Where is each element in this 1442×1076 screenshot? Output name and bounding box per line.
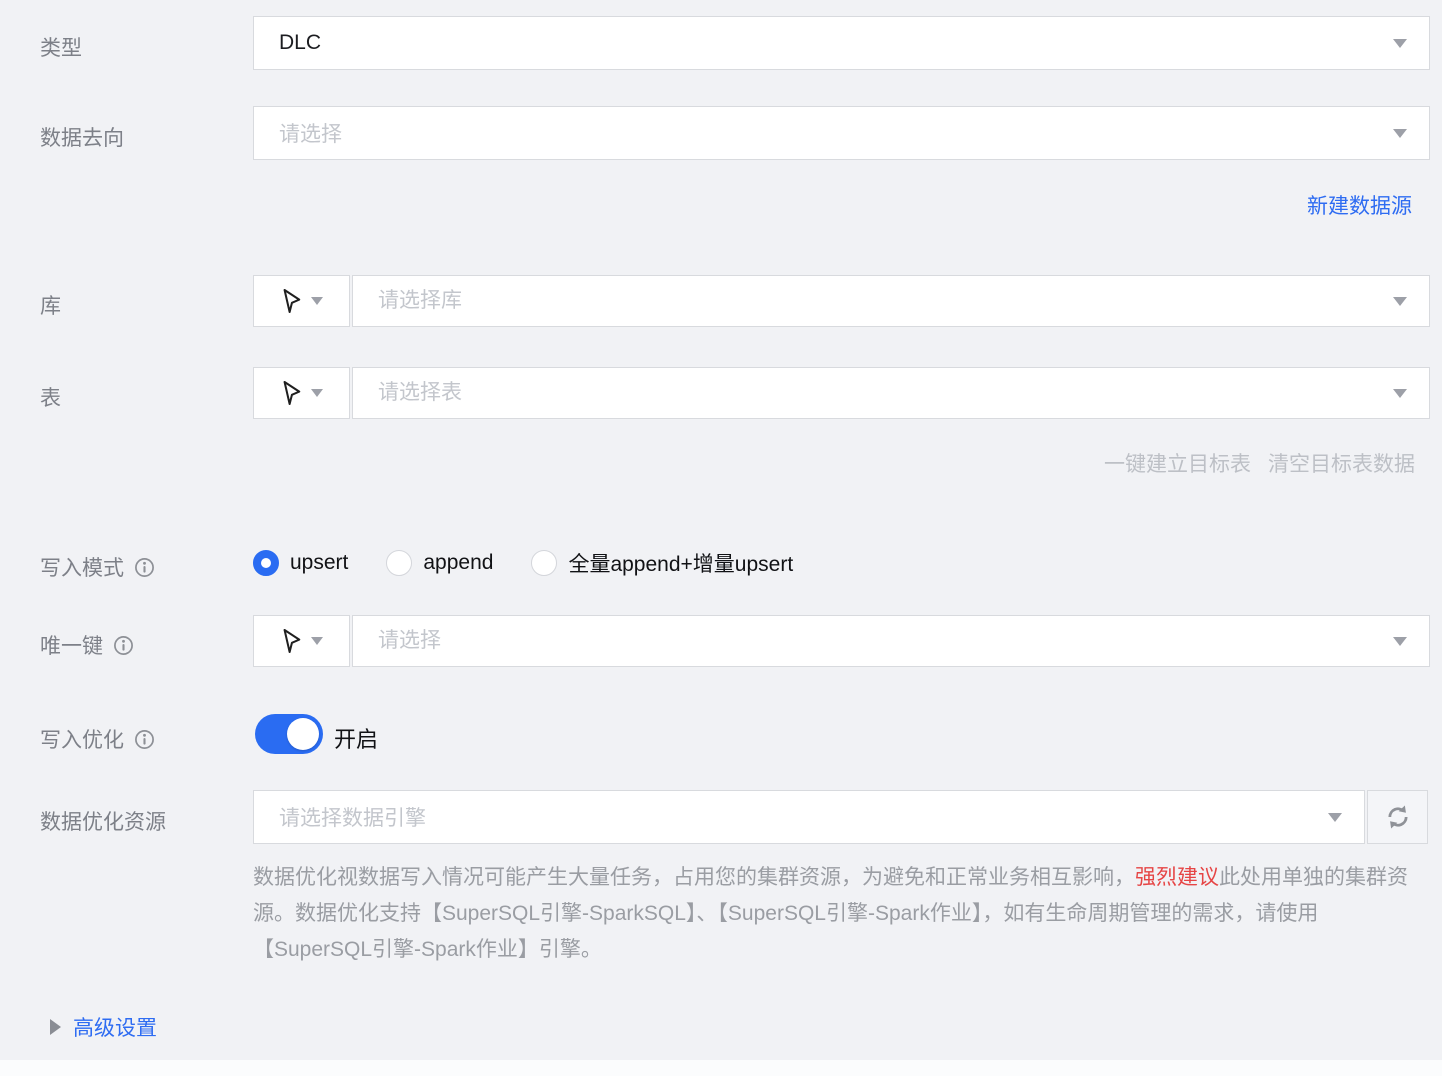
- unique-key-combo[interactable]: [352, 615, 1430, 667]
- chevron-down-icon: [1393, 388, 1407, 398]
- radio-option-label: 全量append+增量upsert: [568, 553, 794, 576]
- toggle-knob: [287, 718, 319, 750]
- help-text-before: 数据优化视数据写入情况可能产生大量任务，占用您的集群资源，为避免和正常业务相互影…: [253, 866, 1135, 889]
- destination-select-placeholder: 请选择: [279, 123, 342, 146]
- type-select-value: DLC: [279, 31, 322, 54]
- optimization-resource-label: 数据优化资源: [40, 806, 166, 836]
- write-optimization-state: 开启: [334, 727, 379, 752]
- optimization-resource-help: 数据优化视数据写入情况可能产生大量任务，占用您的集群资源，为避免和正常业务相互影…: [253, 860, 1435, 968]
- radio-option-full-append-incr-upsert[interactable]: 全量append+增量upsert: [531, 548, 793, 578]
- table-label-text: 表: [40, 387, 61, 410]
- clear-target-table-link[interactable]: 清空目标表数据: [1268, 448, 1415, 478]
- destination-label: 数据去向: [40, 122, 124, 152]
- radio-unselected-icon: [531, 550, 558, 576]
- info-icon[interactable]: [134, 729, 155, 750]
- optimization-resource-placeholder: 请选择数据引擎: [279, 807, 426, 830]
- database-field-row: [253, 275, 1430, 327]
- table-variable-picker[interactable]: [253, 367, 350, 419]
- database-combo[interactable]: [352, 275, 1430, 327]
- table-field-row: [253, 367, 1430, 419]
- unique-key-label: 唯一键: [40, 630, 134, 660]
- radio-unselected-icon: [386, 550, 413, 576]
- chevron-down-icon: [1393, 38, 1407, 48]
- write-optimization-toggle[interactable]: [255, 714, 323, 754]
- table-label: 表: [40, 382, 61, 412]
- table-actions: 一键建立目标表 清空目标表数据: [1104, 448, 1415, 478]
- cursor-select-icon: [280, 380, 302, 406]
- database-input[interactable]: [353, 276, 1393, 326]
- type-select[interactable]: DLC: [253, 16, 1430, 70]
- database-label-text: 库: [40, 295, 61, 318]
- create-datasource-link[interactable]: 新建数据源: [1307, 190, 1412, 220]
- bottom-strip: [0, 1060, 1442, 1076]
- database-label: 库: [40, 290, 61, 320]
- info-icon[interactable]: [134, 557, 155, 578]
- type-label-text: 类型: [40, 37, 82, 60]
- write-mode-label-text: 写入模式: [40, 557, 124, 580]
- advanced-settings-label: 高级设置: [73, 1017, 157, 1040]
- table-combo[interactable]: [352, 367, 1430, 419]
- write-optimization-label: 写入优化: [40, 724, 155, 754]
- chevron-down-icon: [1393, 296, 1407, 306]
- create-target-table-link[interactable]: 一键建立目标表: [1104, 448, 1251, 478]
- optimization-resource-select[interactable]: 请选择数据引擎: [253, 790, 1365, 844]
- collapsed-arrow-icon: [50, 1019, 61, 1035]
- radio-option-label: append: [423, 551, 494, 574]
- type-label: 类型: [40, 32, 82, 62]
- radio-option-append[interactable]: append: [386, 550, 493, 576]
- unique-key-label-text: 唯一键: [40, 635, 103, 658]
- table-input[interactable]: [353, 368, 1393, 418]
- destination-label-text: 数据去向: [40, 127, 124, 150]
- write-mode-label: 写入模式: [40, 552, 155, 582]
- chevron-down-icon: [1328, 812, 1342, 822]
- destination-select[interactable]: 请选择: [253, 106, 1430, 160]
- chevron-down-icon: [311, 389, 323, 397]
- refresh-engines-button[interactable]: [1367, 790, 1428, 844]
- write-mode-radio-group: upsert append 全量append+增量upsert: [253, 548, 793, 578]
- radio-option-upsert[interactable]: upsert: [253, 550, 348, 576]
- database-variable-picker[interactable]: [253, 275, 350, 327]
- radio-option-label: upsert: [290, 551, 349, 574]
- unique-key-field-row: [253, 615, 1430, 667]
- optimization-resource-label-text: 数据优化资源: [40, 811, 166, 834]
- chevron-down-icon: [311, 297, 323, 305]
- write-optimization-label-text: 写入优化: [40, 729, 124, 752]
- advanced-settings-toggle[interactable]: 高级设置: [50, 1012, 157, 1042]
- radio-selected-icon: [253, 550, 279, 576]
- chevron-down-icon: [1393, 636, 1407, 646]
- help-text-emphasis: 强烈建议: [1135, 866, 1219, 889]
- chevron-down-icon: [1393, 128, 1407, 138]
- unique-key-input[interactable]: [353, 616, 1393, 666]
- info-icon[interactable]: [113, 635, 134, 656]
- unique-key-variable-picker[interactable]: [253, 615, 350, 667]
- cursor-select-icon: [280, 288, 302, 314]
- chevron-down-icon: [311, 637, 323, 645]
- refresh-icon: [1384, 803, 1412, 831]
- cursor-select-icon: [280, 628, 302, 654]
